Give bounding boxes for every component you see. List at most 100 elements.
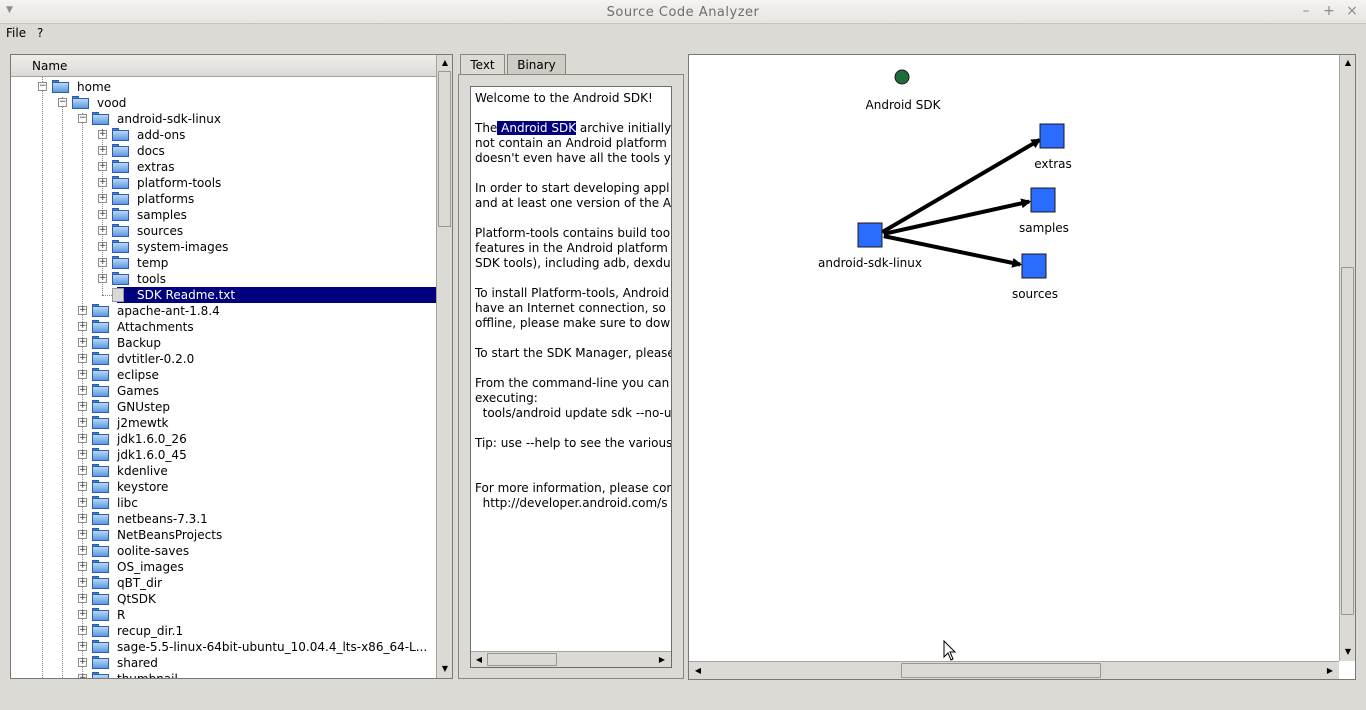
tree-row[interactable]: + GNUstep (11, 399, 436, 415)
tree-vertical-scrollbar[interactable]: ▲ ▼ (436, 55, 452, 678)
scroll-up-arrow-icon[interactable]: ▲ (438, 56, 452, 70)
expand-icon[interactable]: + (78, 450, 87, 459)
dependency-graph[interactable] (689, 55, 1339, 661)
tree-row[interactable]: + sources (11, 223, 436, 239)
expand-icon[interactable]: + (78, 338, 87, 347)
tree-row[interactable]: + keystore (11, 479, 436, 495)
expand-icon[interactable]: + (98, 258, 107, 267)
graph-scroll-right-arrow-icon[interactable]: ▶ (1323, 664, 1337, 678)
tree-row[interactable]: + qBT_dir (11, 575, 436, 591)
expand-icon[interactable]: + (98, 210, 107, 219)
expand-icon[interactable]: + (78, 498, 87, 507)
expand-icon[interactable]: + (98, 130, 107, 139)
expand-icon[interactable]: + (78, 626, 87, 635)
graph-root-node[interactable] (894, 69, 910, 85)
graph-scroll-left-arrow-icon[interactable]: ◀ (691, 664, 705, 678)
tree-row[interactable]: + j2mewtk (11, 415, 436, 431)
tab-binary[interactable]: Binary (507, 54, 566, 75)
expand-icon[interactable]: + (78, 370, 87, 379)
graph-node[interactable] (1030, 187, 1056, 213)
expand-icon[interactable]: + (78, 642, 87, 651)
tree-row[interactable]: + add-ons (11, 127, 436, 143)
tree-row[interactable]: + oolite-saves (11, 543, 436, 559)
expand-icon[interactable]: + (98, 242, 107, 251)
tree-row[interactable]: + netbeans-7.3.1 (11, 511, 436, 527)
graph-horizontal-scrollbar[interactable]: ◀ ▶ (689, 661, 1339, 679)
expand-icon[interactable]: + (78, 386, 87, 395)
menu-file[interactable]: File (6, 26, 26, 40)
expand-icon[interactable]: + (78, 482, 87, 491)
tree-row[interactable]: + Backup (11, 335, 436, 351)
expand-icon[interactable]: + (98, 274, 107, 283)
tree-row[interactable]: + apache-ant-1.8.4 (11, 303, 436, 319)
expand-icon[interactable]: + (98, 146, 107, 155)
graph-vscroll-thumb[interactable] (1341, 267, 1354, 615)
tree-row[interactable]: + recup_dir.1 (11, 623, 436, 639)
tree-row[interactable]: + platform-tools (11, 175, 436, 191)
tree-row[interactable]: + eclipse (11, 367, 436, 383)
tree-row[interactable]: + tools (11, 271, 436, 287)
tree-row[interactable]: SDK Readme.txt (11, 287, 436, 303)
tree-row[interactable]: + samples (11, 207, 436, 223)
expand-icon[interactable]: + (78, 594, 87, 603)
graph-vertical-scrollbar[interactable]: ▲ ▼ (1339, 55, 1355, 661)
expand-icon[interactable]: + (78, 434, 87, 443)
expand-icon[interactable]: + (98, 162, 107, 171)
tree-scroll-thumb[interactable] (438, 71, 451, 227)
file-text-view[interactable]: Welcome to the Android SDK! The Android … (470, 86, 672, 668)
text-horizontal-scrollbar[interactable]: ◀ ▶ (471, 651, 671, 667)
tree-row[interactable]: + NetBeansProjects (11, 527, 436, 543)
tree-row[interactable]: + extras (11, 159, 436, 175)
graph-node[interactable] (1021, 253, 1047, 279)
tree-row[interactable]: + docs (11, 143, 436, 159)
tree-row[interactable]: + Games (11, 383, 436, 399)
graph-hscroll-thumb[interactable] (901, 663, 1101, 678)
tree-row[interactable]: + temp (11, 255, 436, 271)
menu-help[interactable]: ? (37, 26, 43, 40)
collapse-icon[interactable]: − (78, 114, 87, 123)
tree-row[interactable]: + jdk1.6.0_26 (11, 431, 436, 447)
expand-icon[interactable]: + (78, 578, 87, 587)
expand-icon[interactable]: + (78, 530, 87, 539)
tree-row[interactable]: + kdenlive (11, 463, 436, 479)
tree-row[interactable]: + dvtitler-0.2.0 (11, 351, 436, 367)
expand-icon[interactable]: + (78, 674, 87, 678)
expand-icon[interactable]: + (78, 546, 87, 555)
tree-row[interactable]: + OS_images (11, 559, 436, 575)
title-bar[interactable]: ▼ Source Code Analyzer – + × (0, 0, 1366, 24)
minimize-icon[interactable]: – (1298, 3, 1314, 19)
expand-icon[interactable]: + (78, 402, 87, 411)
scroll-left-arrow-icon[interactable]: ◀ (472, 653, 486, 667)
expand-icon[interactable]: + (78, 658, 87, 667)
graph-node[interactable] (1039, 123, 1065, 149)
expand-icon[interactable]: + (98, 194, 107, 203)
collapse-icon[interactable]: − (38, 82, 47, 91)
tree-row[interactable]: + Attachments (11, 319, 436, 335)
tree-row[interactable]: + system-images (11, 239, 436, 255)
close-icon[interactable]: × (1344, 3, 1360, 19)
text-scroll-thumb[interactable] (487, 653, 557, 666)
expand-icon[interactable]: + (78, 466, 87, 475)
expand-icon[interactable]: + (78, 354, 87, 363)
graph-scroll-up-arrow-icon[interactable]: ▲ (1341, 56, 1355, 70)
collapse-icon[interactable]: − (58, 98, 67, 107)
tree-row[interactable]: + jdk1.6.0_45 (11, 447, 436, 463)
tab-text[interactable]: Text (460, 54, 505, 76)
tree-row[interactable]: + R (11, 607, 436, 623)
tree-row[interactable]: + sage-5.5-linux-64bit-ubuntu_10.04.4_lts… (11, 639, 436, 655)
tree-row[interactable]: + QtSDK (11, 591, 436, 607)
expand-icon[interactable]: + (78, 306, 87, 315)
expand-icon[interactable]: + (78, 514, 87, 523)
scroll-right-arrow-icon[interactable]: ▶ (655, 653, 669, 667)
scroll-down-arrow-icon[interactable]: ▼ (438, 662, 452, 676)
tree-row[interactable]: + thumbnail (11, 671, 436, 678)
graph-node[interactable] (857, 222, 883, 248)
tree-row[interactable]: − home (11, 79, 436, 95)
tree-row[interactable]: + shared (11, 655, 436, 671)
tree-row[interactable]: − vood (11, 95, 436, 111)
graph-scroll-down-arrow-icon[interactable]: ▼ (1341, 645, 1355, 659)
tree-row[interactable]: + libc (11, 495, 436, 511)
expand-icon[interactable]: + (78, 610, 87, 619)
tree-row[interactable]: − android-sdk-linux (11, 111, 436, 127)
expand-icon[interactable]: + (78, 562, 87, 571)
